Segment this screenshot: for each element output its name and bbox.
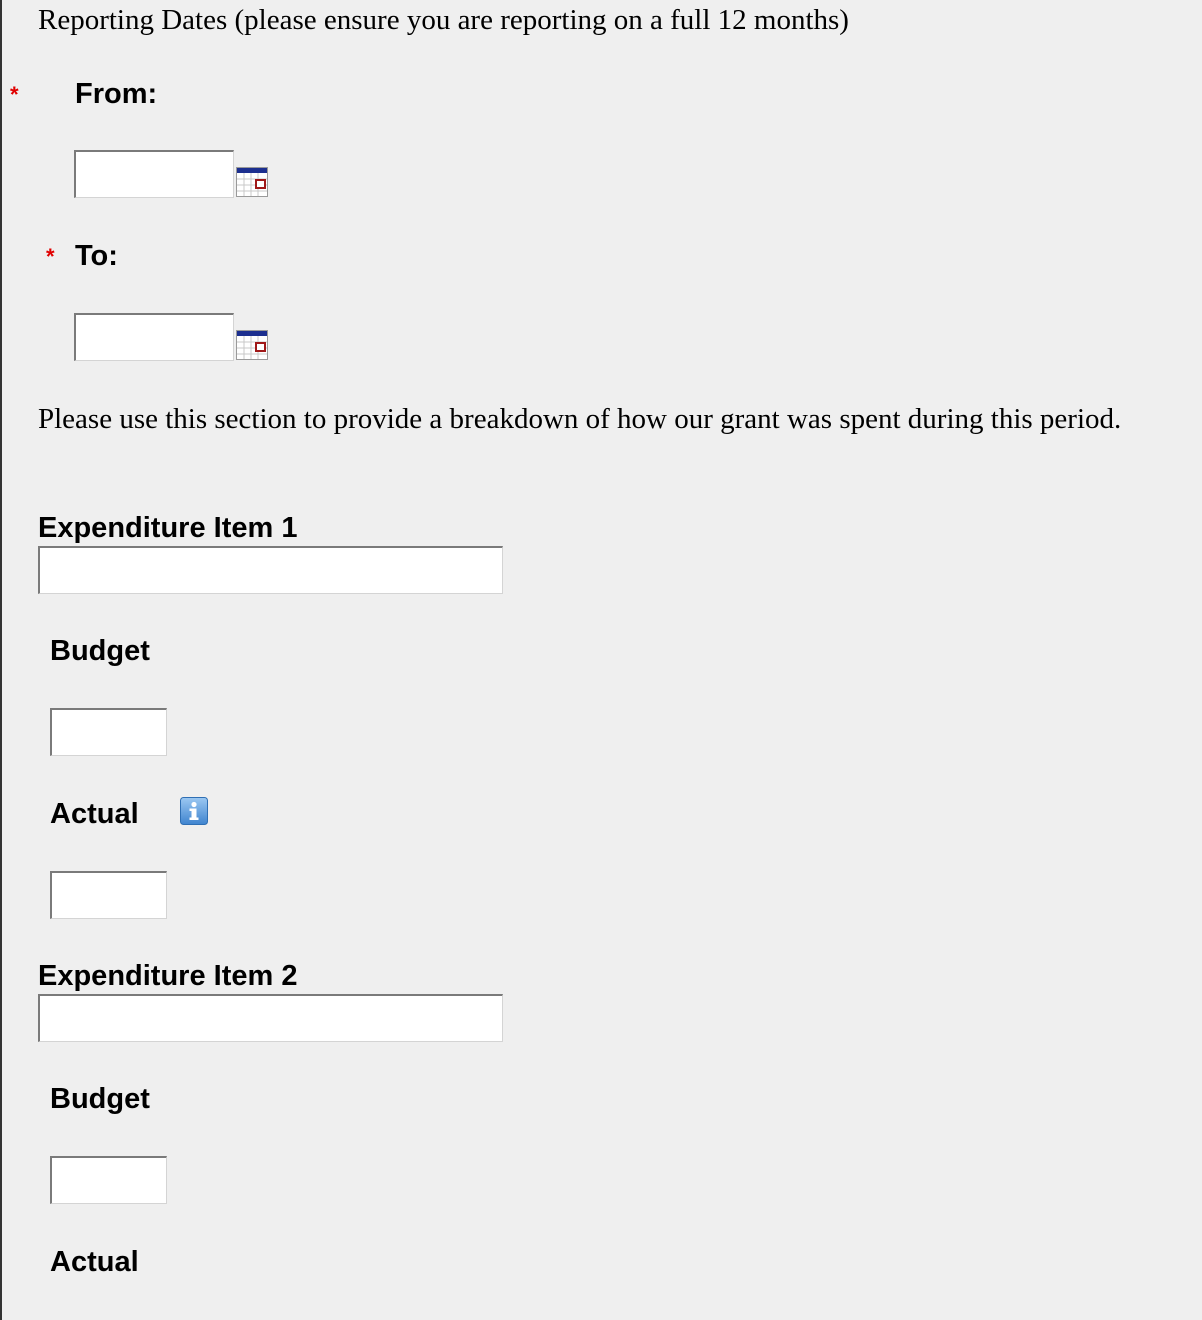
expenditure-item-1-input[interactable] [38,546,503,594]
breakdown-instructions: Please use this section to provide a bre… [38,403,1122,435]
expenditure-item-1-title: Expenditure Item 1 [38,512,298,544]
budget-input-item-2[interactable] [50,1156,167,1204]
info-icon[interactable] [180,797,208,825]
to-label: To: [75,240,118,272]
to-date-input[interactable] [74,313,234,361]
required-asterisk-icon: * [10,82,19,107]
from-label: From: [75,78,158,110]
required-asterisk-icon: * [46,244,55,269]
calendar-icon[interactable] [236,330,268,360]
left-border [0,0,2,1320]
reporting-dates-heading: Reporting Dates (please ensure you are r… [38,4,849,36]
expenditure-item-2-input[interactable] [38,994,503,1042]
actual-label-item-2: Actual [50,1246,139,1278]
calendar-icon[interactable] [236,167,268,197]
actual-label-item-1: Actual [50,798,139,830]
budget-label-item-1: Budget [50,635,150,667]
budget-input-item-1[interactable] [50,708,167,756]
actual-input-item-1[interactable] [50,871,167,919]
from-date-input[interactable] [74,150,234,198]
expenditure-item-2-title: Expenditure Item 2 [38,960,298,992]
budget-label-item-2: Budget [50,1083,150,1115]
